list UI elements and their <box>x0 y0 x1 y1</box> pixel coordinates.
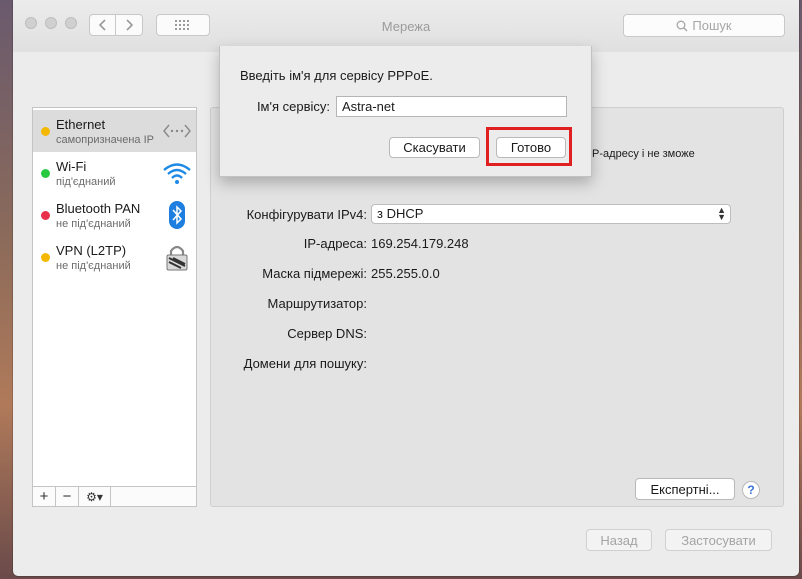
titlebar: Мережа Пошук <box>13 0 799 52</box>
ethernet-icon <box>163 124 191 138</box>
sheet-prompt: Введіть ім'я для сервісу PPPoE. <box>240 68 433 83</box>
ip-address-label: IP-адреса: <box>303 236 367 251</box>
add-service-button[interactable]: + <box>33 487 56 506</box>
status-dot-yellow <box>41 253 50 262</box>
help-button[interactable]: ? <box>742 481 760 499</box>
done-button-highlight <box>486 127 572 166</box>
subnet-mask-value: 255.255.0.0 <box>371 266 440 281</box>
service-actions-gear-button[interactable]: ⚙︎▾ <box>79 487 111 506</box>
help-icon: ? <box>747 483 755 497</box>
service-name: Ethernet <box>56 117 106 132</box>
pppoe-service-name-sheet: Введіть ім'я для сервісу PPPoE. Ім'я сер… <box>219 46 592 177</box>
service-name-label: Ім'я сервісу: <box>256 99 330 114</box>
service-status: самопризначена IP <box>56 134 155 146</box>
remove-service-button[interactable]: − <box>56 487 79 506</box>
revert-button[interactable]: Назад <box>586 529 652 551</box>
subnet-mask-label: Маска підмережі: <box>262 266 367 281</box>
service-status: не під'єднаний <box>56 218 131 230</box>
status-description: IP-адресу і не зможе <box>589 148 695 160</box>
status-dot-yellow <box>41 127 50 136</box>
router-label: Маршрутизатор: <box>267 296 367 311</box>
service-name: Wi-Fi <box>56 159 87 174</box>
advanced-button[interactable]: Експертні... <box>635 478 735 500</box>
configure-ipv4-value: з DHCP <box>377 206 424 221</box>
cancel-button[interactable]: Скасувати <box>389 137 480 158</box>
service-item-ethernet[interactable]: Ethernet самопризначена IP <box>33 110 196 152</box>
gear-icon: ⚙︎▾ <box>86 489 103 504</box>
select-arrows-icon: ▲ ▼ <box>717 205 726 222</box>
status-dot-green <box>41 169 50 178</box>
search-placeholder: Пошук <box>692 18 732 33</box>
wifi-icon <box>163 163 191 184</box>
search-domains-label: Домени для пошуку: <box>243 356 367 371</box>
search-field[interactable]: Пошук <box>623 14 785 37</box>
dns-server-label: Сервер DNS: <box>287 326 367 341</box>
service-status: під'єднаний <box>56 176 116 188</box>
configure-ipv4-label: Конфігурувати IPv4: <box>246 207 367 222</box>
ip-address-value: 169.254.179.248 <box>371 236 469 251</box>
service-item-wifi[interactable]: Wi-Fi під'єднаний <box>33 152 196 194</box>
service-name-input[interactable] <box>336 96 567 117</box>
status-dot-red <box>41 211 50 220</box>
service-name: VPN (L2TP) <box>56 243 127 258</box>
service-list-toolbar: + − ⚙︎▾ <box>33 486 196 506</box>
apply-button[interactable]: Застосувати <box>665 529 772 551</box>
service-name: Bluetooth PAN <box>56 201 141 216</box>
network-preferences-window: Мережа Пошук Ethernet самопризначена IP … <box>13 0 799 576</box>
configure-ipv4-select[interactable]: з DHCP ▲ ▼ <box>371 204 731 224</box>
service-status: не під'єднаний <box>56 260 131 272</box>
search-icon <box>676 20 688 31</box>
